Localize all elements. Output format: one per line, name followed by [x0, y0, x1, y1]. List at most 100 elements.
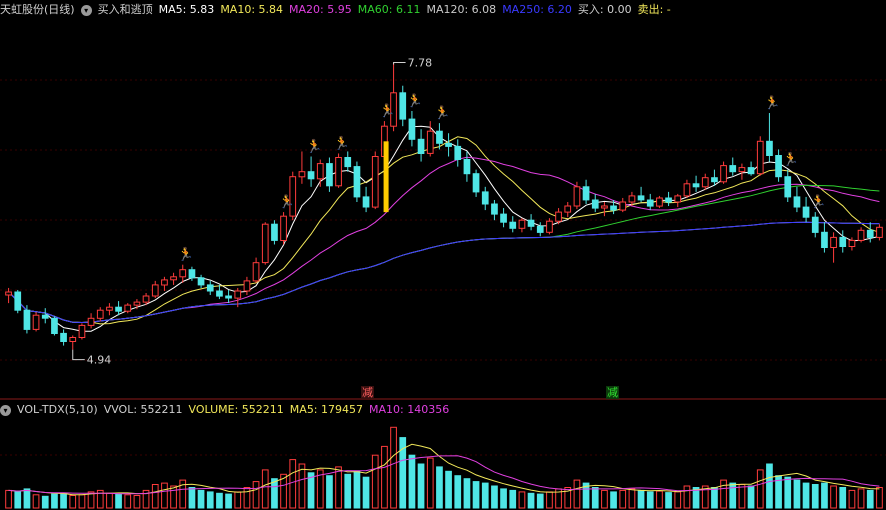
volume-bar	[408, 454, 416, 509]
volume-bar	[628, 488, 636, 509]
candle-body	[536, 225, 544, 233]
candle-body	[280, 215, 287, 241]
candle-body	[555, 211, 562, 222]
volume-bar	[417, 463, 425, 509]
low-price-label: 4.94	[87, 354, 112, 367]
candle-body	[601, 205, 608, 209]
candle-body	[96, 309, 104, 319]
candle-body	[78, 324, 86, 338]
volume-bar	[591, 487, 599, 509]
candle-body	[23, 309, 31, 330]
candle-body	[711, 177, 718, 183]
volume-bar	[536, 493, 544, 509]
candle-body	[326, 163, 333, 187]
volume-bar	[637, 489, 645, 509]
candle-body	[87, 317, 95, 326]
candle-body	[591, 199, 599, 209]
candle-body	[481, 191, 489, 205]
candle-body	[371, 156, 379, 208]
candle-body	[225, 295, 232, 299]
candle-body	[151, 284, 159, 297]
candle-body	[243, 280, 251, 292]
ma20-line	[8, 156, 880, 324]
volume-bar	[252, 481, 260, 509]
candle-body	[142, 295, 150, 303]
volume-bar	[381, 445, 388, 509]
volume-bar	[472, 481, 480, 509]
volume-bar	[426, 457, 434, 509]
candle-body	[839, 236, 847, 247]
volume-bar	[481, 482, 489, 509]
volume-bar	[14, 491, 22, 509]
candle-body	[234, 290, 242, 299]
candle-body	[316, 163, 324, 180]
candle-body	[188, 269, 196, 279]
candle-body	[610, 205, 617, 211]
kline-chart[interactable]: 🏃 🏃 🏃 🏃 🏃 🏃 🏃 🏃 🏃 🏃 7.78 4.94	[0, 0, 886, 510]
volume-bar	[151, 484, 159, 509]
volume-bar	[115, 493, 122, 509]
volume-bar	[738, 484, 746, 509]
candle-body	[720, 165, 727, 183]
low-price-pointer	[72, 349, 85, 361]
candle-body	[857, 229, 865, 241]
volume-bar	[683, 485, 691, 509]
candle-body	[573, 186, 581, 207]
signal-bars	[383, 141, 389, 213]
candle-body	[637, 195, 645, 201]
candle-body	[353, 166, 361, 198]
volume-bars	[5, 426, 883, 509]
volume-bar	[298, 463, 306, 509]
candle-body	[646, 199, 654, 207]
buy-figure-icon: 🏃	[434, 105, 450, 121]
candle-body	[866, 229, 874, 238]
volume-bar	[170, 485, 177, 509]
candle-body	[115, 306, 122, 312]
volume-bar	[802, 482, 810, 509]
volume-bar	[206, 491, 214, 509]
volume-bar	[729, 482, 737, 509]
volume-bar	[371, 454, 379, 509]
volume-bar	[720, 479, 727, 509]
candle-body	[775, 155, 782, 178]
volume-bar	[711, 487, 718, 509]
candle-body	[848, 239, 856, 247]
candle-body	[811, 216, 819, 233]
buy-figure-icon: 🏃	[279, 194, 295, 210]
candle-body	[261, 223, 269, 264]
candle-body	[32, 314, 40, 330]
buy-figure-icon: 🏃	[334, 135, 350, 151]
candle-body	[564, 205, 572, 213]
candle-body	[206, 284, 214, 292]
candle-body	[756, 140, 764, 175]
volume-bar	[646, 491, 654, 509]
ma250-line	[8, 221, 880, 324]
volume-bar	[60, 492, 67, 509]
candle-body	[5, 291, 12, 296]
volume-bar	[811, 484, 819, 509]
candle-body	[445, 142, 452, 147]
candle-body	[216, 290, 223, 297]
candle-body	[491, 203, 498, 215]
candle-body	[793, 196, 801, 208]
candle-body	[14, 291, 22, 311]
candle-body	[124, 304, 132, 312]
volume-bar	[830, 485, 837, 509]
volume-bar	[124, 494, 132, 509]
candle-body	[179, 269, 187, 278]
candle-body	[197, 277, 205, 286]
candle-body	[518, 219, 526, 229]
candle-body	[876, 226, 883, 238]
volume-bar	[491, 485, 498, 509]
volume-bar	[463, 478, 471, 509]
volume-bar	[610, 491, 617, 509]
candle-body	[830, 236, 837, 248]
volume-bar	[857, 488, 865, 509]
reduce-marker-1: 减	[361, 386, 374, 399]
volume-bar	[674, 491, 682, 509]
high-price-pointer	[393, 61, 406, 65]
volume-bar	[445, 470, 452, 509]
candle-body	[170, 276, 177, 281]
volume-bar	[454, 475, 462, 509]
candle-body	[500, 213, 507, 223]
